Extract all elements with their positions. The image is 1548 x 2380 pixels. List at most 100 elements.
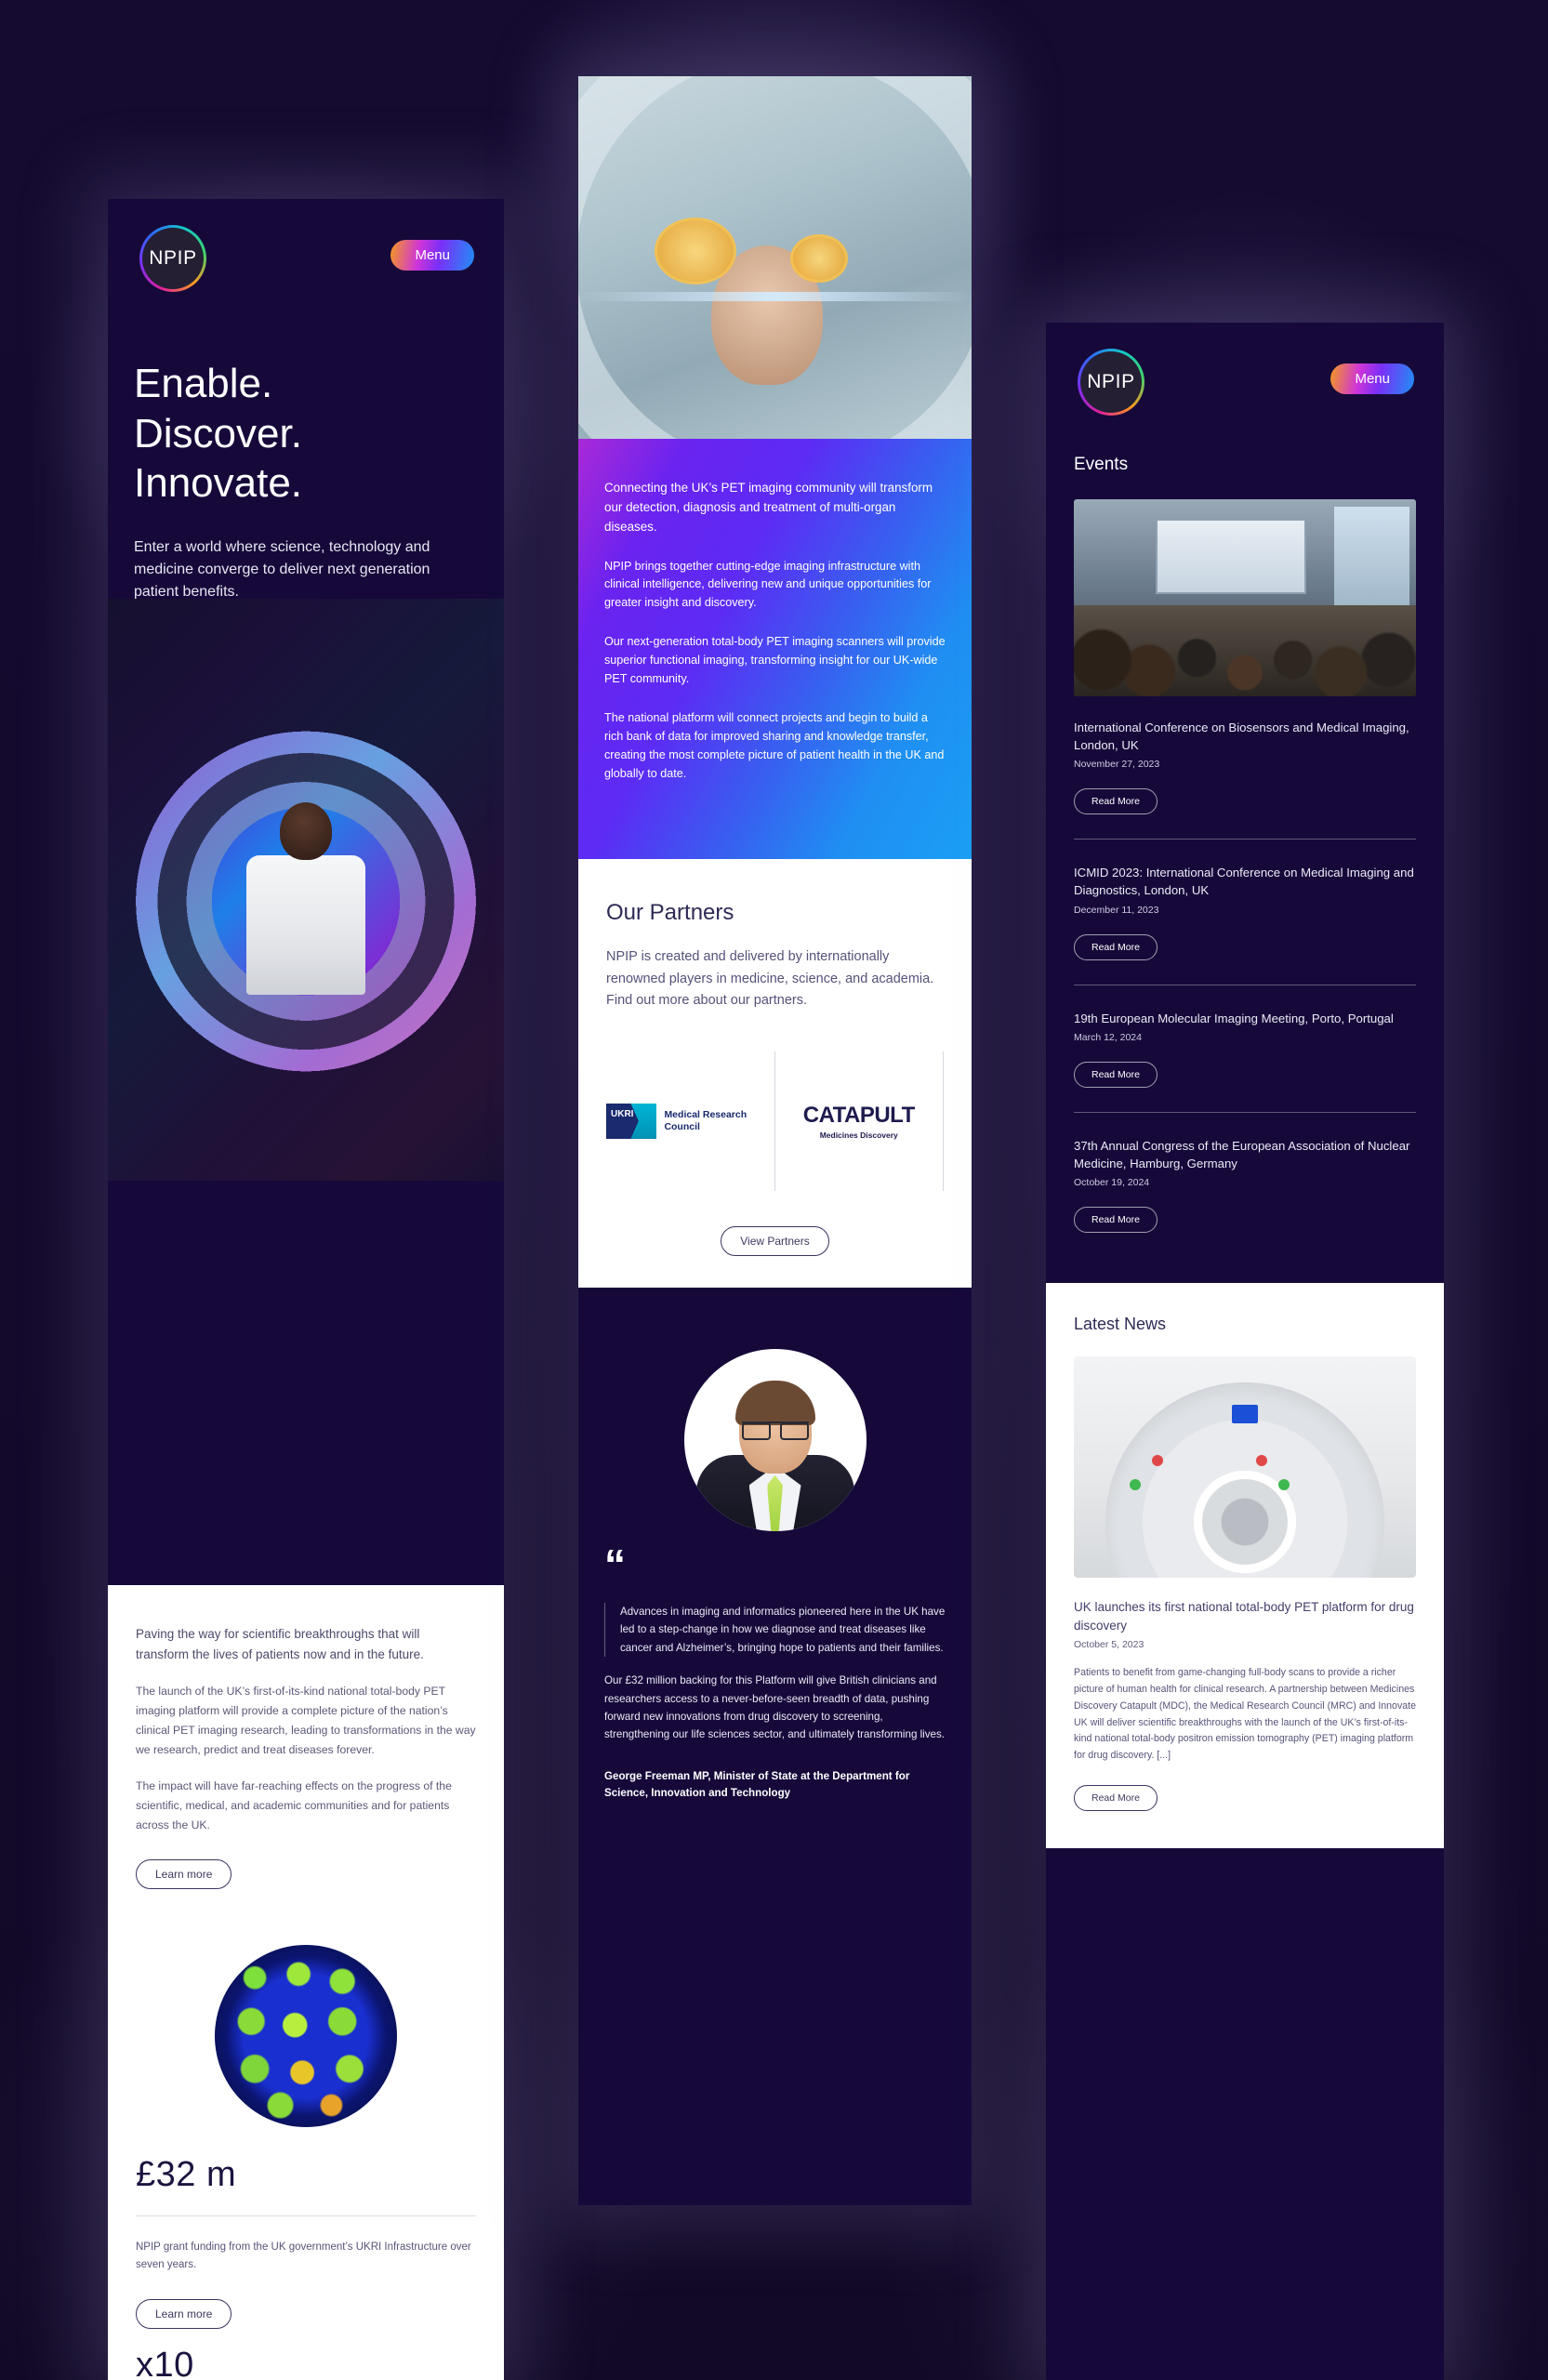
npip-logo[interactable]: NPIP — [1078, 349, 1144, 416]
scanner-bore — [1202, 1478, 1288, 1565]
event-read-more-button[interactable]: Read More — [1074, 1206, 1158, 1233]
mission-paragraph-1: Connecting the UK’s PET imaging communit… — [604, 481, 933, 535]
hero-title-line-3: Innovate. — [134, 460, 303, 507]
npip-logo-text: NPIP — [142, 228, 204, 289]
news-title[interactable]: UK launches its first national total-bod… — [1074, 1598, 1416, 1634]
partners-section: Our Partners NPIP is created and deliver… — [578, 859, 972, 1288]
indicator-light — [1130, 1478, 1141, 1490]
indicator-light — [1278, 1478, 1290, 1490]
patient-head — [280, 802, 332, 861]
hero-subtitle: Enter a world where science, technology … — [134, 539, 430, 601]
npip-logo[interactable]: NPIP — [139, 225, 206, 292]
panel-home: NPIP Menu Enable. Discover. Innovate. En… — [108, 199, 504, 2380]
news-read-more-button[interactable]: Read More — [1074, 1784, 1158, 1811]
stat-value: x10 — [136, 2345, 194, 2380]
quote-body: Advances in imaging and informatics pion… — [604, 1602, 946, 1658]
event-item[interactable]: 37th Annual Congress of the European Ass… — [1046, 1137, 1444, 1233]
stat-card-funding: £32 m NPIP grant funding from the UK gov… — [108, 2143, 504, 2334]
intro-section: Paving the way for scientific breakthrou… — [108, 1585, 504, 1921]
partner-logo-row: UKRI Medical Research Council CATAPULT M… — [606, 1051, 944, 1191]
event-date: November 27, 2023 — [1074, 759, 1160, 771]
event-date: October 19, 2024 — [1074, 1176, 1150, 1188]
audience-crowd — [1074, 605, 1416, 696]
event-title: 37th Annual Congress of the European Ass… — [1074, 1138, 1410, 1170]
latest-news-section: Latest News UK launches its first nation… — [1046, 1282, 1444, 1848]
brain-overlay-left — [655, 218, 736, 284]
event-title: International Conference on Biosensors a… — [1074, 721, 1409, 753]
partner-logo-catapult[interactable]: CATAPULT Medicines Discovery — [774, 1051, 944, 1191]
hero-title: Enable. Discover. Innovate. — [108, 301, 504, 509]
panel3-header: NPIP Menu — [1046, 323, 1444, 425]
indicator-light — [1256, 1454, 1267, 1466]
glasses-icon — [741, 1421, 809, 1440]
portrait-wrap — [604, 1321, 946, 1548]
menu-button[interactable]: Menu — [390, 240, 474, 271]
hero-scanner-image — [108, 599, 504, 1181]
menu-button[interactable]: Menu — [1330, 364, 1414, 394]
conference-photo — [1074, 499, 1416, 696]
hero-title-line-1: Enable. — [134, 361, 273, 406]
ukri-icon: UKRI — [606, 1103, 657, 1139]
event-read-more-button[interactable]: Read More — [1074, 933, 1158, 960]
mission-gradient-section: Connecting the UK’s PET imaging communit… — [578, 439, 972, 860]
npip-logo-text: NPIP — [1080, 351, 1142, 413]
patient-figure — [246, 854, 365, 995]
partners-title: Our Partners — [606, 900, 734, 926]
mission-paragraph-2: NPIP brings together cutting-edge imagin… — [604, 559, 932, 610]
quote-attribution: George Freeman MP, Minister of State at … — [604, 1769, 910, 1799]
stat-value: £32 m — [136, 2154, 237, 2194]
partner-logo-name: Medicines Discovery — [819, 1130, 898, 1140]
event-title: ICMID 2023: International Conference on … — [1074, 866, 1414, 898]
avatar — [683, 1348, 867, 1531]
hero-title-line-2: Discover. — [134, 410, 302, 456]
quote-section: “ Advances in imaging and informatics pi… — [578, 1287, 972, 1839]
event-read-more-button[interactable]: Read More — [1074, 788, 1158, 815]
pet-brain-image — [215, 1944, 397, 2127]
intro-paragraph-2: The impact will have far-reaching effect… — [136, 1778, 452, 1831]
quote-mark-icon: “ — [604, 1540, 626, 1589]
stat-description: NPIP grant funding from the UK governmen… — [136, 2241, 471, 2271]
partners-description: NPIP is created and delivered by interna… — [606, 949, 934, 1009]
news-date: October 5, 2023 — [1074, 1639, 1144, 1651]
divider — [136, 2215, 476, 2216]
divider — [1074, 1111, 1416, 1113]
latest-news-heading: Latest News — [1074, 1314, 1167, 1333]
stat-learn-more-button[interactable]: Learn more — [136, 2298, 232, 2329]
scanner-display-icon — [1232, 1404, 1258, 1423]
window-shape — [1333, 507, 1409, 610]
presentation-screen — [1156, 519, 1307, 594]
mission-paragraph-4: The national platform will connect proje… — [604, 710, 945, 780]
partner-logo-name: Medical Research Council — [664, 1108, 748, 1132]
event-title: 19th European Molecular Imaging Meeting,… — [1074, 1011, 1394, 1025]
intro-paragraph-1: The launch of the UK’s first-of-its-kind… — [136, 1684, 476, 1756]
events-heading: Events — [1074, 455, 1129, 474]
quote-paragraph-1: Advances in imaging and informatics pion… — [620, 1605, 946, 1654]
pet-brain-image-wrap — [108, 1920, 504, 2144]
event-item[interactable]: ICMID 2023: International Conference on … — [1046, 864, 1444, 960]
event-item[interactable]: International Conference on Biosensors a… — [1046, 719, 1444, 815]
stat-card-sensitivity: x10 Total-body PET is 10 times more sens… — [108, 2334, 504, 2380]
ukri-mark-text: UKRI — [611, 1108, 634, 1119]
divider — [1074, 839, 1416, 840]
event-read-more-button[interactable]: Read More — [1074, 1061, 1158, 1088]
indicator-light — [1152, 1454, 1163, 1466]
portrait-hair — [734, 1380, 815, 1425]
panel-events-news: NPIP Menu Events International Conferenc… — [1046, 323, 1444, 2380]
event-date: March 12, 2024 — [1074, 1031, 1142, 1043]
page-background: NPIP Menu Enable. Discover. Innovate. En… — [0, 0, 1548, 2380]
partner-logo-ukri-mrc[interactable]: UKRI Medical Research Council — [606, 1051, 774, 1191]
panel-about: Connecting the UK’s PET imaging communit… — [578, 76, 972, 2205]
intro-learn-more-button[interactable]: Learn more — [136, 1858, 232, 1889]
intro-lead: Paving the way for scientific breakthrou… — [136, 1627, 424, 1661]
scanner-photo — [1074, 1355, 1416, 1578]
panel1-header: NPIP Menu — [108, 199, 504, 301]
view-partners-button[interactable]: View Partners — [721, 1225, 829, 1256]
brain-overlay-right — [790, 234, 848, 283]
catapult-wordmark: CATAPULT — [802, 1102, 915, 1128]
pet-scan-photo — [578, 76, 972, 439]
quote-paragraph-2: Our £32 million backing for this Platfor… — [604, 1674, 946, 1741]
news-excerpt: Patients to benefit from game-changing f… — [1074, 1667, 1416, 1762]
mission-paragraph-3: Our next-generation total-body PET imagi… — [604, 635, 946, 685]
event-item[interactable]: 19th European Molecular Imaging Meeting,… — [1046, 1010, 1444, 1088]
scan-sweep-line — [578, 292, 972, 301]
